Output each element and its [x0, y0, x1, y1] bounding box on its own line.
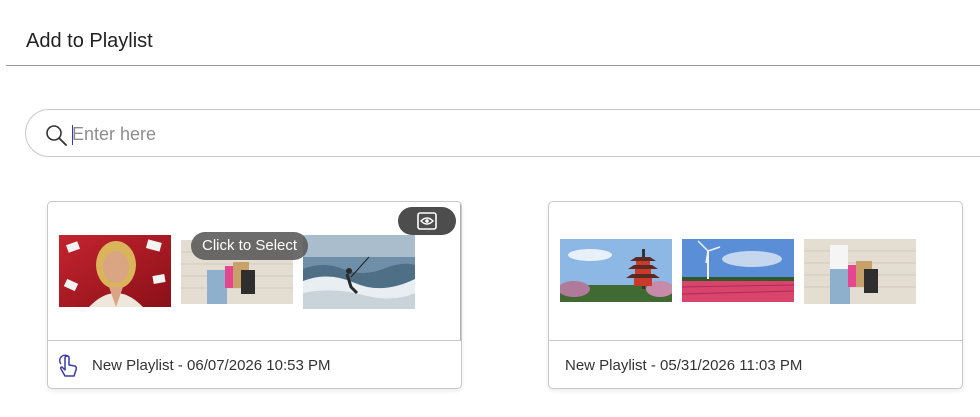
playlist-footer: New Playlist - 06/07/2026 10:53 PM — [48, 340, 461, 388]
thumbnail-woman-shopping-bags — [804, 239, 916, 304]
thumbnail-woman-shopping-sale — [59, 235, 171, 307]
playlist-card[interactable]: Click to Select New Playlist - 06/07/202… — [47, 201, 462, 389]
playlist-thumbnails — [549, 202, 962, 341]
search-icon[interactable] — [45, 124, 67, 151]
playlist-card[interactable]: New Playlist - 05/31/2026 11:03 PM — [548, 201, 963, 389]
click-to-select-tooltip: Click to Select — [191, 232, 309, 260]
eye-icon — [417, 212, 437, 230]
dialog-title: Add to Playlist — [26, 30, 153, 52]
playlist-name: New Playlist - 05/31/2026 11:03 PM — [565, 357, 803, 374]
title-divider — [6, 65, 980, 66]
search-box[interactable] — [25, 109, 980, 157]
thumbnail-kitesurfer — [303, 235, 415, 309]
playlist-footer: New Playlist - 05/31/2026 11:03 PM — [549, 340, 962, 388]
search-input[interactable] — [72, 119, 932, 149]
playlist-name: New Playlist - 06/07/2026 10:53 PM — [92, 357, 331, 374]
thumbnail-pagoda — [560, 239, 672, 302]
tap-hand-icon — [57, 352, 79, 383]
thumbnail-windmill-tulips — [682, 239, 794, 302]
playlist-thumbnails: Click to Select — [48, 202, 461, 341]
preview-button[interactable] — [398, 207, 456, 235]
